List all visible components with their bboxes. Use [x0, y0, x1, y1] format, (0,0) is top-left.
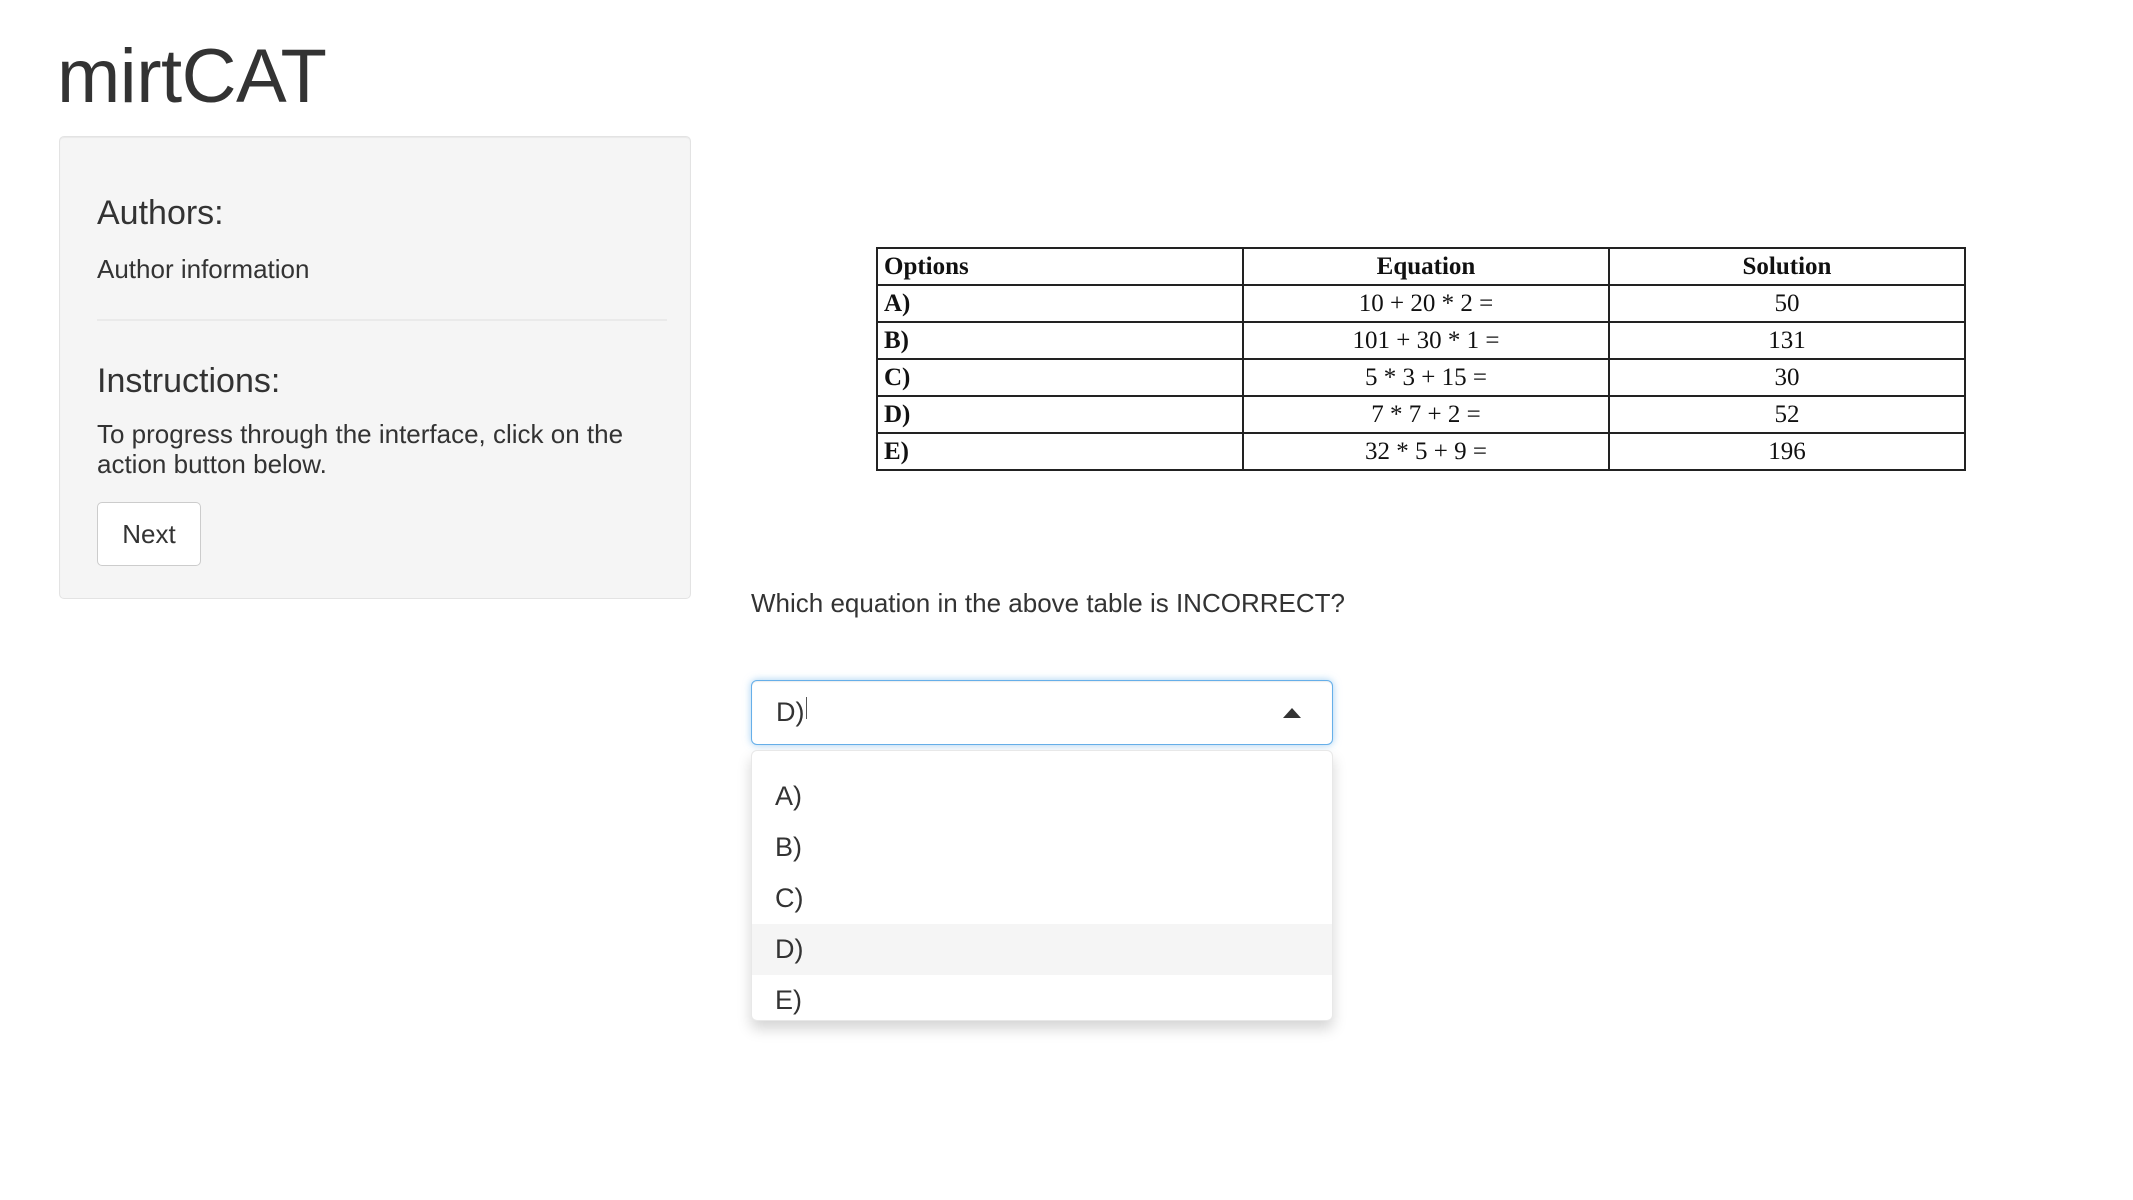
cell-solution: 131: [1608, 321, 1966, 360]
column-header-options: Options: [876, 247, 1244, 286]
cell-option: C): [876, 358, 1244, 397]
author-info: Author information: [97, 254, 310, 284]
caret-up-icon[interactable]: [1283, 708, 1301, 718]
cell-option: A): [876, 284, 1244, 323]
cell-solution: 30: [1608, 358, 1966, 397]
dropdown-option-e[interactable]: E): [752, 975, 1332, 1020]
table-row: C) 5 * 3 + 15 = 30: [876, 358, 1966, 397]
cell-solution: 196: [1608, 432, 1966, 471]
cell-equation: 5 * 3 + 15 =: [1242, 358, 1610, 397]
table-row: B) 101 + 30 * 1 = 131: [876, 321, 1966, 360]
cell-option: B): [876, 321, 1244, 360]
answer-select[interactable]: D): [751, 680, 1333, 745]
table-header-row: Options Equation Solution: [876, 247, 1966, 286]
table-row: A) 10 + 20 * 2 = 50: [876, 284, 1966, 323]
divider: [97, 319, 667, 321]
authors-heading: Authors:: [97, 194, 224, 232]
table-row: D) 7 * 7 + 2 = 52: [876, 395, 1966, 434]
dropdown-option-d[interactable]: D): [752, 924, 1332, 975]
select-value-text: D): [776, 697, 805, 727]
cell-equation: 10 + 20 * 2 =: [1242, 284, 1610, 323]
cell-option: E): [876, 432, 1244, 471]
cell-option: D): [876, 395, 1244, 434]
select-value[interactable]: D): [776, 695, 807, 729]
cell-solution: 50: [1608, 284, 1966, 323]
instructions-text: To progress through the interface, click…: [97, 419, 624, 479]
cell-equation: 32 * 5 + 9 =: [1242, 432, 1610, 471]
cell-equation: 101 + 30 * 1 =: [1242, 321, 1610, 360]
column-header-equation: Equation: [1242, 247, 1610, 286]
question-text: Which equation in the above table is INC…: [751, 588, 1345, 618]
sidebar-panel: Authors: Author information Instructions…: [59, 136, 691, 599]
text-cursor: [805, 697, 807, 719]
equation-table: Options Equation Solution A) 10 + 20 * 2…: [876, 247, 1966, 471]
cell-equation: 7 * 7 + 2 =: [1242, 395, 1610, 434]
table-row: E) 32 * 5 + 9 = 196: [876, 432, 1966, 471]
select-dropdown-menu: A) B) C) D) E): [751, 750, 1333, 1021]
column-header-solution: Solution: [1608, 247, 1966, 286]
app-title: mirtCAT: [57, 34, 327, 119]
dropdown-option-c[interactable]: C): [752, 873, 1332, 924]
instructions-heading: Instructions:: [97, 362, 281, 400]
dropdown-option-b[interactable]: B): [752, 822, 1332, 873]
cell-solution: 52: [1608, 395, 1966, 434]
dropdown-option-a[interactable]: A): [752, 771, 1332, 822]
next-button[interactable]: Next: [97, 502, 201, 566]
